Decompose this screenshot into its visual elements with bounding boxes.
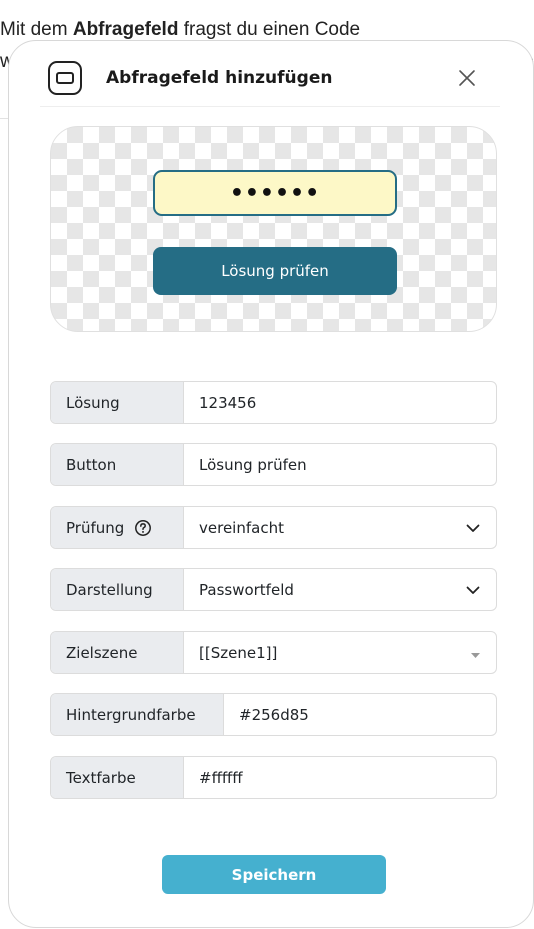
solution-input[interactable]: 123456 — [184, 382, 496, 423]
check-mode-label-text: Prüfung — [66, 518, 125, 537]
background-color-value: #256d85 — [239, 705, 309, 724]
check-mode-value: vereinfacht — [199, 518, 284, 537]
target-scene-select[interactable]: [[Szene1]] — [184, 632, 496, 673]
dialog-title: Abfragefeld hinzufügen — [106, 68, 333, 88]
solution-row: Lösung 123456 — [50, 381, 497, 424]
question-circle-icon[interactable] — [134, 519, 152, 537]
button-text-row: Button Lösung prüfen — [50, 443, 497, 486]
check-mode-select[interactable]: vereinfacht — [184, 507, 496, 548]
chevron-down-icon — [466, 519, 480, 537]
display-row: Darstellung Passwortfeld — [50, 568, 497, 611]
button-text-value: Lösung prüfen — [199, 455, 307, 474]
check-mode-label: Prüfung — [51, 507, 184, 548]
text-color-label: Textfarbe — [51, 757, 184, 798]
target-scene-value: [[Szene1]] — [199, 643, 278, 662]
text-color-row: Textfarbe #ffffff — [50, 756, 497, 799]
save-button[interactable]: Speichern — [162, 855, 386, 894]
dialog-header: Abfragefeld hinzufügen — [40, 50, 500, 107]
target-scene-row: Zielszene [[Szene1]] — [50, 631, 497, 674]
display-label: Darstellung — [51, 569, 184, 610]
background-color-label: Hintergrundfarbe — [51, 694, 224, 735]
target-scene-label: Zielszene — [51, 632, 184, 673]
button-text-input[interactable]: Lösung prüfen — [184, 444, 496, 485]
display-select[interactable]: Passwortfeld — [184, 569, 496, 610]
input-field-preview: •••••• Lösung prüfen — [50, 126, 497, 332]
input-field-icon — [48, 61, 82, 95]
button-text-label: Button — [51, 444, 184, 485]
solution-label: Lösung — [51, 382, 184, 423]
solution-value: 123456 — [199, 393, 257, 412]
chevron-down-icon — [466, 581, 480, 599]
text-color-input[interactable]: #ffffff — [184, 757, 496, 798]
background-color-input[interactable]: #256d85 — [224, 694, 496, 735]
close-icon[interactable] — [454, 65, 480, 91]
check-mode-row: Prüfung vereinfacht — [50, 506, 497, 549]
background-color-row: Hintergrundfarbe #256d85 — [50, 693, 497, 736]
display-value: Passwortfeld — [199, 580, 294, 599]
preview-password-field[interactable]: •••••• — [153, 170, 397, 216]
text-color-value: #ffffff — [199, 768, 243, 787]
preview-check-solution-button[interactable]: Lösung prüfen — [153, 247, 397, 295]
caret-down-icon — [471, 644, 480, 662]
